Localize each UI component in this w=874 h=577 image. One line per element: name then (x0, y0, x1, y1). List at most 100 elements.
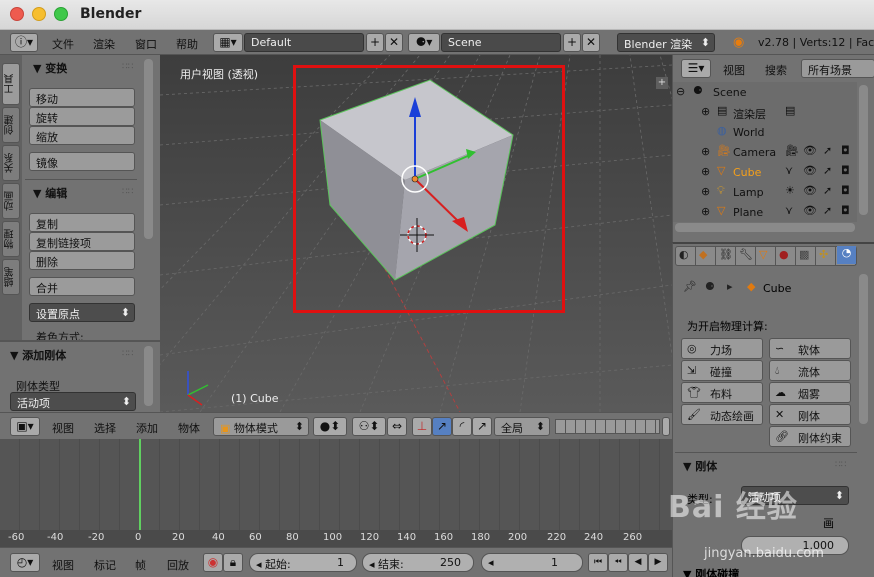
properties-scrollbar[interactable] (859, 274, 868, 424)
eye-icon[interactable]: 👁︎ (803, 144, 817, 157)
pin-icon[interactable]: 📌︎ (683, 280, 697, 293)
edit-panel-header[interactable]: ▼ 编辑 (33, 185, 67, 201)
current-frame-marker[interactable] (139, 439, 141, 530)
menu-object[interactable]: 物体 (178, 420, 200, 436)
keying-lock-button[interactable]: 🔒︎ (223, 553, 243, 572)
outliner-row-cube[interactable]: ⊕ ▽ Cube ⋎ 👁︎ ➚ ◘ (673, 162, 857, 182)
scale-manipulator-button[interactable]: ↗ (472, 417, 492, 436)
outliner-editor-type-button[interactable]: ☰▾ (681, 59, 711, 78)
outliner-row-scene[interactable]: ⊖ ⚈ Scene (673, 82, 857, 102)
tab-tools[interactable]: 工具 (2, 63, 20, 105)
timeline-area[interactable] (0, 439, 672, 530)
grip-icon[interactable]: ∷∷ (122, 187, 133, 197)
rigid-body-constraint-button[interactable]: 🔗︎ 刚体约束 (769, 426, 851, 447)
tool-shelf-scrollbar[interactable] (144, 59, 153, 239)
object-tab-icon[interactable]: ◆ (699, 248, 707, 261)
expand-icon[interactable]: ⊕ (701, 185, 710, 198)
menu-render[interactable]: 渲染 (93, 36, 115, 52)
join-button[interactable]: 合并 (29, 277, 135, 296)
dynamic-paint-button[interactable]: 🖌︎ 动态绘画 (681, 404, 763, 425)
layout-icon-button[interactable]: ▦▾ (213, 33, 243, 52)
physics-tab-icon[interactable]: ◔ (837, 246, 856, 264)
info-editor-type-button[interactable]: ⓘ▾ (10, 33, 38, 52)
scene-field[interactable]: Scene (441, 33, 561, 52)
manipulator-toggle-button[interactable]: ⊥ (412, 417, 432, 436)
rigid-type-dropdown[interactable]: 活动项 ⬍ (10, 392, 136, 411)
modifiers-tab-icon[interactable]: 🔧︎ (739, 248, 753, 261)
remove-layout-button[interactable]: ✕ (385, 33, 403, 52)
pointer-icon[interactable]: ➚ (823, 144, 832, 157)
grip-icon[interactable]: ∷∷ (122, 349, 133, 359)
outliner-row-camera[interactable]: ⊕ 🎥︎ Camera 🎥︎ 👁︎ ➚ ◘ (673, 142, 857, 162)
rigid-body-panel-header[interactable]: ▼ 刚体 (683, 458, 717, 474)
move-button[interactable]: 移动 (29, 88, 135, 107)
start-frame-field[interactable]: ◂ 起始: 1 (249, 553, 357, 572)
mode-dropdown[interactable]: ▣ 物体模式 ⬍ (213, 417, 309, 436)
maximize-window-button[interactable] (54, 7, 68, 21)
menu-frame[interactable]: 帧 (135, 557, 146, 573)
menu-help[interactable]: 帮助 (176, 36, 198, 52)
outliner-filter-dropdown[interactable]: 所有场景 (801, 59, 874, 78)
smoke-button[interactable]: ☁ 烟雾 (769, 382, 851, 403)
set-origin-dropdown[interactable]: 设置原点 ⬍ (29, 303, 135, 322)
menu-playback[interactable]: 回放 (167, 557, 189, 573)
expand-icon[interactable]: ⊕ (701, 165, 710, 178)
menu-select[interactable]: 选择 (94, 420, 116, 436)
menu-timeline-view[interactable]: 视图 (52, 557, 74, 573)
outliner-row-render-layers[interactable]: ⊕ ▤ 渲染层 ▤ (673, 102, 857, 122)
menu-file[interactable]: 文件 (52, 36, 74, 52)
current-frame-field[interactable]: ◂ 1 (481, 553, 583, 572)
properties-context-tabs[interactable]: ◐ ◆ ⛓︎ 🔧︎ ▽ ● ▩ ✣ ◔ (675, 246, 857, 266)
add-layout-button[interactable]: + (366, 33, 384, 52)
menu-window[interactable]: 窗口 (135, 36, 157, 52)
outliner-row-plane[interactable]: ⊕ ▽ Plane ⋎ 👁︎ ➚ ◘ (673, 202, 857, 222)
particles-tab-icon[interactable]: ✣ (819, 248, 828, 261)
texture-tab-icon[interactable]: ▩ (799, 248, 809, 261)
shading-dropdown[interactable]: ●⬍ (313, 417, 347, 436)
editor-type-button[interactable]: ▣▾ (10, 417, 40, 436)
rigid-collisions-header[interactable]: ▼ 刚体碰撞 (683, 567, 739, 577)
outliner-hscrollbar[interactable] (675, 223, 855, 232)
expand-icon[interactable]: ⊕ (701, 145, 710, 158)
add-scene-button[interactable]: + (563, 33, 581, 52)
end-frame-field[interactable]: ◂ 结束: 250 (362, 553, 474, 572)
rotate-button[interactable]: 旋转 (29, 107, 135, 126)
outliner-menu-search[interactable]: 搜索 (765, 62, 787, 78)
grip-icon[interactable]: ∷∷ (122, 62, 133, 72)
transform-panel-header[interactable]: ▼ 变换 (33, 60, 67, 76)
play-reverse-button[interactable]: ◀ (628, 553, 648, 572)
pointer-icon[interactable]: ➚ (823, 204, 832, 217)
properties-region-toggle[interactable]: + (656, 77, 668, 89)
camera-render-icon[interactable]: ◘ (841, 144, 850, 157)
tab-grease-pencil[interactable]: 蜡笔 (2, 259, 20, 295)
play-button[interactable]: ▶ (648, 553, 668, 572)
render-engine-dropdown[interactable]: Blender 渲染 ⬍ (617, 33, 715, 52)
orientation-dropdown[interactable]: 全局 ⬍ (494, 417, 550, 436)
timeline-editor-type-button[interactable]: ◴▾ (10, 553, 40, 572)
add-rigid-body-header[interactable]: ▼ 添加刚体 (10, 347, 66, 363)
outliner-row-world[interactable]: ◍ World (673, 122, 857, 142)
collision-button[interactable]: ⇲ 碰撞 (681, 360, 763, 381)
material-tab-icon[interactable]: ● (779, 248, 789, 261)
tab-animation[interactable]: 动画 (2, 183, 20, 219)
limit-selection-button[interactable]: ⇔ (387, 417, 407, 436)
grip-icon[interactable]: ∷∷ (835, 460, 846, 470)
camera-render-icon[interactable]: ◘ (841, 164, 850, 177)
pointer-icon[interactable]: ➚ (823, 184, 832, 197)
mesh-data-tab-icon[interactable]: ▽ (759, 248, 767, 261)
rotate-manipulator-button[interactable]: ◜ (452, 417, 472, 436)
eye-icon[interactable]: 👁︎ (803, 204, 817, 217)
eye-icon[interactable]: 👁︎ (803, 164, 817, 177)
menu-add[interactable]: 添加 (136, 420, 158, 436)
expand-icon[interactable]: ⊕ (701, 105, 710, 118)
prev-key-button[interactable]: ⏪︎ (608, 553, 628, 572)
rigid-body-button[interactable]: ✕ 刚体 (769, 404, 851, 425)
outliner-row-lamp[interactable]: ⊕ 💡︎ Lamp ☀ 👁︎ ➚ ◘ (673, 182, 857, 202)
force-field-button[interactable]: ◎ 力场 (681, 338, 763, 359)
duplicate-linked-button[interactable]: 复制链接项 (29, 232, 135, 251)
close-window-button[interactable] (10, 7, 24, 21)
remove-scene-button[interactable]: ✕ (582, 33, 600, 52)
tab-relations[interactable]: 关系 (2, 145, 20, 181)
pointer-icon[interactable]: ➚ (823, 164, 832, 177)
menu-view[interactable]: 视图 (52, 420, 74, 436)
